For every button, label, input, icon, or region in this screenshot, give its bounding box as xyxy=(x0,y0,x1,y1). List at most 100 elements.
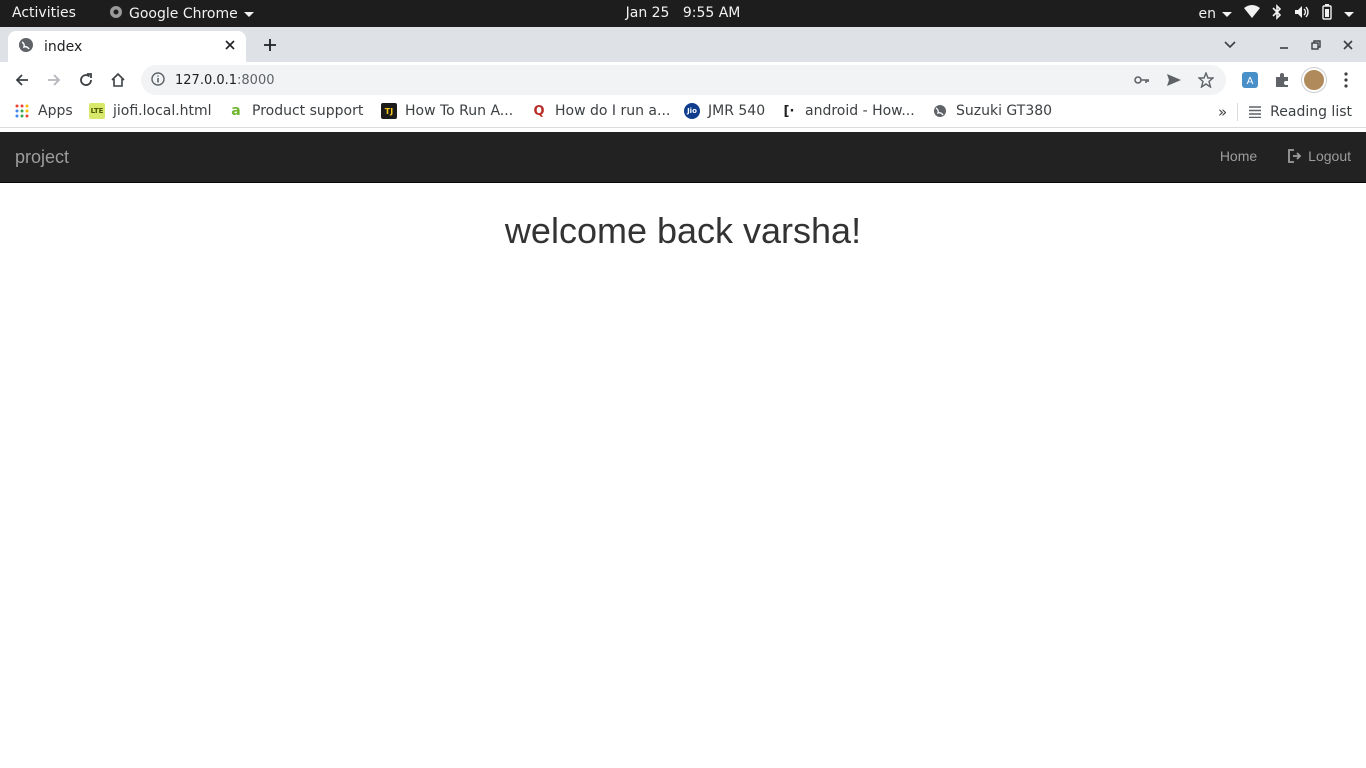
quora-icon: Q xyxy=(533,103,545,119)
lte-icon: LTE xyxy=(89,103,105,119)
close-icon xyxy=(1343,40,1353,50)
reload-button[interactable] xyxy=(74,68,98,92)
chevron-down-icon xyxy=(1224,41,1236,49)
globe-icon xyxy=(932,103,948,119)
system-menu-chevron-icon[interactable] xyxy=(1344,11,1354,17)
bookmark-quora[interactable]: Q How do I run a... xyxy=(531,103,670,119)
back-button[interactable] xyxy=(10,68,34,92)
time: 9:55 AM xyxy=(682,5,741,21)
bookmarks-bar: Apps LTE jiofi.local.html a Product supp… xyxy=(0,98,1366,128)
brand-link[interactable]: project xyxy=(15,147,69,168)
bookmark-label: How do I run a... xyxy=(555,103,671,119)
bookmark-product-support[interactable]: a Product support xyxy=(228,103,363,119)
tj-icon: TJ xyxy=(381,103,397,119)
chrome-icon xyxy=(109,5,123,23)
translate-extension-icon: A xyxy=(1242,72,1258,88)
system-tray[interactable]: en xyxy=(1198,4,1354,24)
svg-text:A: A xyxy=(1247,76,1254,87)
bookmark-jiofi[interactable]: LTE jiofi.local.html xyxy=(89,103,212,119)
wifi-icon xyxy=(1244,5,1260,23)
more-bookmarks-chevron-icon[interactable]: » xyxy=(1218,103,1227,121)
bookmark-suzuki[interactable]: Suzuki GT380 xyxy=(932,103,1052,119)
logout-label: Logout xyxy=(1308,148,1351,164)
arrow-right-icon xyxy=(48,74,61,86)
bookmark-label: android - How... xyxy=(805,103,915,119)
tab-title: index xyxy=(44,38,83,55)
clock-button[interactable]: Jan 25 9:55 AM xyxy=(626,5,741,21)
more-vertical-icon xyxy=(1344,72,1348,88)
address-bar[interactable]: 127.0.0.1:8000 xyxy=(141,65,1226,95)
new-tab-button[interactable] xyxy=(258,33,282,57)
bookmark-jmr[interactable]: Jio JMR 540 xyxy=(684,103,765,119)
close-window-button[interactable] xyxy=(1336,33,1360,57)
logout-icon xyxy=(1288,149,1302,163)
reading-list-label: Reading list xyxy=(1270,104,1352,120)
close-tab-icon[interactable] xyxy=(224,39,236,55)
minimize-icon xyxy=(1280,47,1288,49)
home-button[interactable] xyxy=(106,68,130,92)
bookmark-label: jiofi.local.html xyxy=(113,103,212,119)
a-logo-icon: a xyxy=(231,103,241,119)
star-icon xyxy=(1198,72,1214,88)
bookmark-label: Suzuki GT380 xyxy=(956,103,1053,119)
bookmarks-right: » Reading list xyxy=(1218,103,1352,121)
bookmark-label: How To Run A... xyxy=(405,103,514,119)
bookmark-apps[interactable]: Apps xyxy=(14,103,73,119)
profile-avatar[interactable] xyxy=(1302,68,1326,92)
reading-list-icon xyxy=(1249,106,1262,118)
tab-search-button[interactable] xyxy=(1218,33,1242,57)
window-controls xyxy=(1218,33,1360,57)
date: Jan 25 xyxy=(625,5,670,21)
activities-button[interactable]: Activities xyxy=(12,5,76,21)
plus-icon xyxy=(264,39,276,51)
restore-button[interactable] xyxy=(1304,33,1328,57)
url-text: 127.0.0.1:8000 xyxy=(175,73,275,88)
chevron-down-icon xyxy=(1222,11,1232,17)
chevron-down-icon xyxy=(243,11,254,17)
bookmark-how-to-run[interactable]: TJ How To Run A... xyxy=(381,103,513,119)
extensions-button[interactable] xyxy=(1270,68,1294,92)
url-host: 127.0.0.1 xyxy=(175,72,238,88)
reading-list-button[interactable]: Reading list xyxy=(1248,104,1352,120)
arrow-left-icon xyxy=(15,74,28,86)
system-top-bar: Activities Google Chrome Jan 25 9:55 AM … xyxy=(0,0,1366,27)
toolbar-extensions: A xyxy=(1238,68,1358,92)
volume-icon xyxy=(1294,5,1310,23)
extension-translate-button[interactable]: A xyxy=(1238,68,1262,92)
omnibox-actions xyxy=(1130,68,1218,92)
jio-icon: Jio xyxy=(684,103,700,119)
bookmark-label: Product support xyxy=(252,103,364,119)
send-to-devices-button[interactable] xyxy=(1162,68,1186,92)
url-port: :8000 xyxy=(237,72,275,88)
app-menu-label: Google Chrome xyxy=(129,6,238,22)
puzzle-icon xyxy=(1276,73,1288,87)
nav-links: Home Logout xyxy=(1220,148,1351,164)
bookmark-star-button[interactable] xyxy=(1194,68,1218,92)
tab-strip: index xyxy=(0,27,1366,62)
nav-logout-link[interactable]: Logout xyxy=(1287,148,1351,164)
browser-toolbar: 127.0.0.1:8000 A xyxy=(0,62,1366,98)
globe-icon xyxy=(18,37,34,57)
restore-icon xyxy=(1311,40,1321,50)
send-icon xyxy=(1167,74,1181,86)
bookmark-label: JMR 540 xyxy=(708,103,766,119)
language-selector[interactable]: en xyxy=(1198,6,1232,22)
password-key-button[interactable] xyxy=(1130,68,1154,92)
language-label: en xyxy=(1198,6,1217,22)
forward-button[interactable] xyxy=(42,68,66,92)
site-navbar: project Home Logout xyxy=(0,132,1366,183)
site-info-icon[interactable] xyxy=(151,71,165,90)
minimize-button[interactable] xyxy=(1272,33,1296,57)
bracket-icon: [· xyxy=(783,103,795,119)
tab-index[interactable]: index xyxy=(8,31,246,62)
bookmark-label: Apps xyxy=(38,103,73,119)
nav-home-link[interactable]: Home xyxy=(1220,148,1257,164)
app-menu[interactable]: Google Chrome xyxy=(109,5,254,23)
bookmark-android[interactable]: [· android - How... xyxy=(781,103,915,119)
chrome-menu-button[interactable] xyxy=(1334,68,1358,92)
battery-icon xyxy=(1322,4,1332,24)
key-icon xyxy=(1134,76,1149,84)
apps-grid-icon xyxy=(14,103,30,119)
welcome-heading: welcome back varsha! xyxy=(504,210,862,251)
